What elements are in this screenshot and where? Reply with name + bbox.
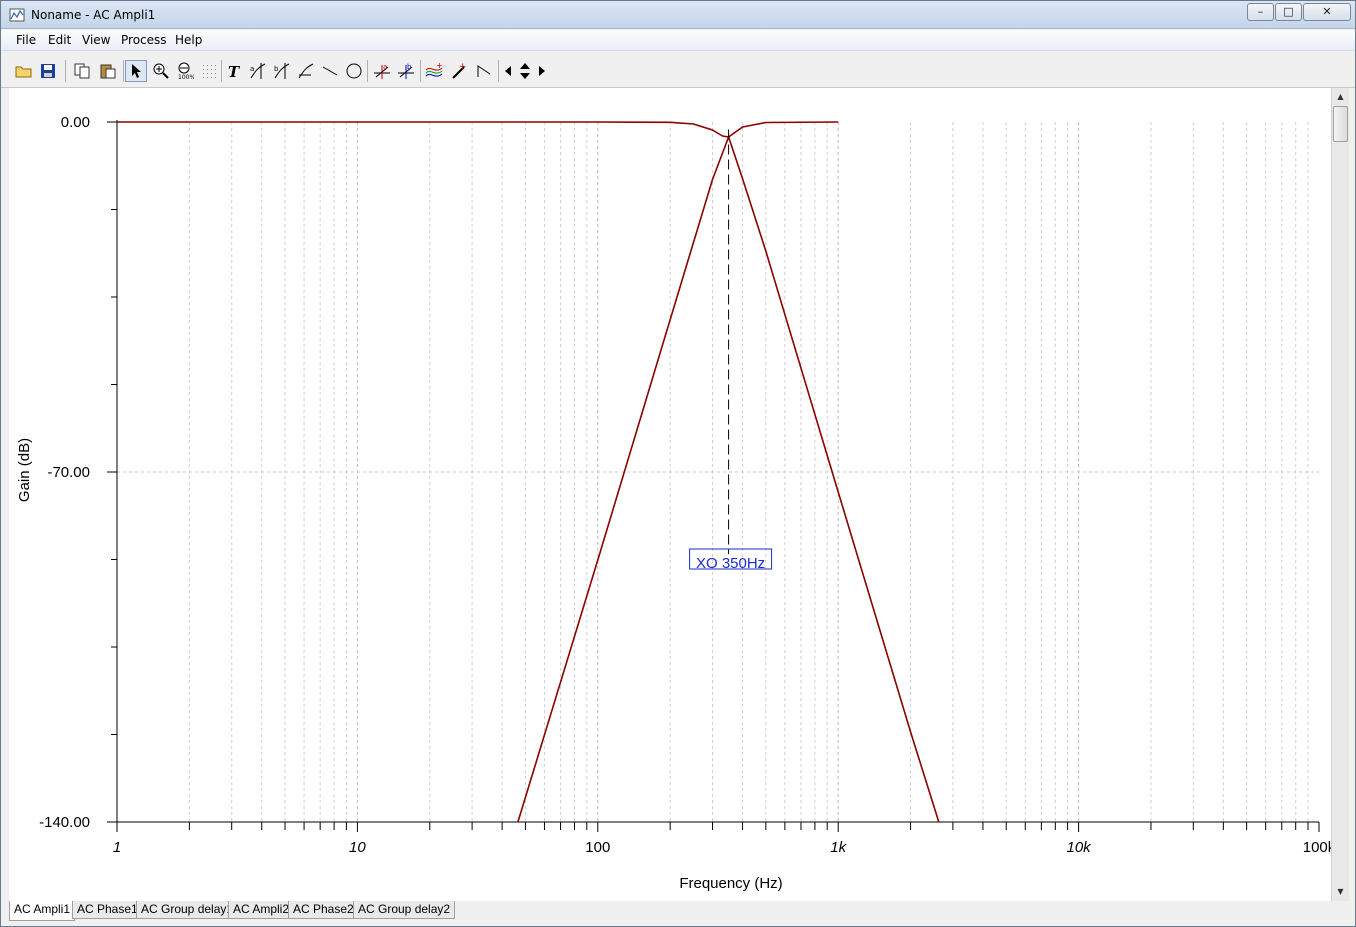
slope-icon[interactable] [473, 60, 495, 82]
menu-help[interactable]: Help [175, 33, 202, 47]
save-disk-icon[interactable] [37, 60, 59, 82]
menu-view[interactable]: View [82, 33, 110, 47]
scroll-thumb[interactable] [1333, 106, 1348, 142]
plot-area[interactable]: 0.00 -70.00 -140.00 1 10 100 1k 10k 100k XO 350H… [9, 88, 1331, 901]
tab-ac-phase1[interactable]: AC Phase1 [72, 901, 143, 919]
grid-lines [117, 122, 1319, 822]
x-tick-label: 1k [830, 839, 847, 856]
tab-ac-group-delay2[interactable]: AC Group delay2 [353, 901, 456, 919]
zoom-in-icon[interactable] [150, 60, 172, 82]
curves-icon[interactable]: + [423, 60, 445, 82]
toolbar: 100% T a b a b + + [1, 52, 1355, 88]
gain-chart[interactable]: 0.00 -70.00 -140.00 1 10 100 1k 10k 100k XO 350H… [9, 88, 1331, 901]
x-axis-label: Frequency (Hz) [679, 875, 782, 892]
tab-ac-ampli2[interactable]: AC Ampli2 [228, 901, 295, 919]
menu-edit[interactable]: Edit [48, 33, 71, 47]
svg-text:b: b [274, 65, 279, 73]
app-icon [9, 8, 25, 22]
open-folder-icon[interactable] [13, 60, 35, 82]
close-button[interactable]: ✕ [1303, 3, 1351, 21]
menu-process[interactable]: Process [121, 33, 167, 47]
grid-icon[interactable] [198, 60, 220, 82]
menu-bar: File Edit View Process Help [1, 30, 1355, 51]
cursor-b-blue-icon[interactable]: b [395, 60, 417, 82]
tab-bar: AC Ampli1 AC Phase1 AC Group delay1 AC A… [9, 901, 1349, 923]
probe-icon[interactable]: + [448, 60, 470, 82]
arrow-left-icon[interactable] [501, 60, 515, 82]
cursor-a-icon[interactable]: a [247, 60, 269, 82]
cursor-a-red-icon[interactable]: a [371, 60, 393, 82]
marker-icon[interactable] [295, 60, 317, 82]
x-tick-label: 10k [1067, 839, 1093, 856]
app-window: Noname - AC Ampli1 – □ ✕ File Edit View … [0, 0, 1356, 927]
arrow-updown-icon[interactable] [515, 60, 535, 82]
menu-file[interactable]: File [16, 33, 36, 47]
svg-text:b: b [407, 63, 412, 71]
scroll-down-arrow-icon[interactable]: ▼ [1332, 883, 1349, 900]
tab-ac-group-delay1[interactable]: AC Group delay1 [136, 901, 239, 919]
x-tick-label: 1 [113, 839, 121, 856]
y-tick-label: -70.00 [47, 464, 90, 481]
scroll-up-arrow-icon[interactable]: ▲ [1332, 88, 1349, 105]
svg-text:+: + [459, 62, 467, 72]
maximize-button[interactable]: □ [1275, 3, 1302, 21]
axes: 0.00 -70.00 -140.00 1 10 100 1k 10k 100k [39, 114, 1331, 856]
ellipse-tool-icon[interactable] [343, 60, 365, 82]
y-tick-label: 0.00 [61, 114, 90, 131]
paste-icon[interactable] [97, 60, 119, 82]
pointer-icon[interactable] [125, 60, 147, 82]
cursor-b-icon[interactable]: b [271, 60, 293, 82]
tab-ac-phase2[interactable]: AC Phase2 [288, 901, 359, 919]
window-title: Noname - AC Ampli1 [31, 8, 156, 22]
minimize-button[interactable]: – [1247, 3, 1274, 21]
svg-text:+: + [436, 62, 443, 70]
line-tool-icon[interactable] [319, 60, 341, 82]
y-tick-label: -140.00 [39, 814, 90, 831]
vertical-scrollbar[interactable]: ▲ ▼ [1331, 88, 1349, 901]
x-tick-label: 10 [349, 839, 366, 856]
text-tool-icon[interactable]: T [223, 60, 245, 82]
svg-text:T: T [228, 63, 241, 79]
svg-text:100%: 100% [178, 74, 194, 80]
title-bar: Noname - AC Ampli1 – □ ✕ [1, 1, 1355, 29]
tab-ac-ampli1[interactable]: AC Ampli1 [9, 901, 76, 921]
x-tick-label: 100 [585, 839, 610, 856]
annotations: XO 350Hz [689, 129, 773, 572]
series-line-1 [117, 121, 839, 138]
copy-icon[interactable] [71, 60, 93, 82]
svg-text:a: a [250, 65, 254, 73]
zoom-100-icon[interactable]: 100% [174, 60, 196, 82]
arrow-right-icon[interactable] [535, 60, 549, 82]
x-tick-label: 100k [1303, 839, 1331, 856]
svg-text:a: a [383, 63, 387, 71]
y-axis-label: Gain (dB) [16, 438, 33, 502]
